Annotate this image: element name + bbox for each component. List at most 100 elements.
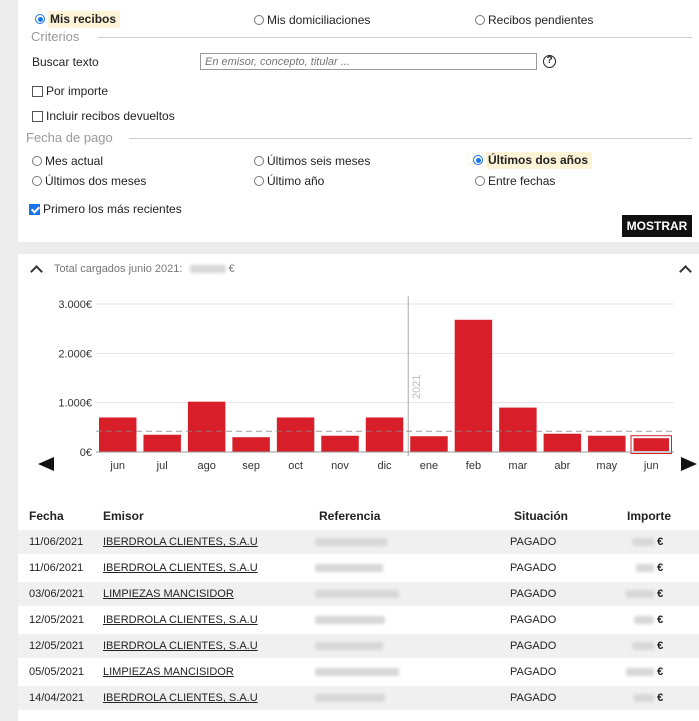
- cell-importe-currency: €: [657, 692, 664, 704]
- column-header-referencia: Referencia: [319, 509, 381, 523]
- radio-icon: [32, 176, 42, 186]
- table-header: Fecha Emisor Referencia Situación Import…: [18, 504, 699, 528]
- receipts-table: Fecha Emisor Referencia Situación Import…: [18, 504, 699, 721]
- bar: [588, 435, 626, 452]
- y-tick-label: 1.000€: [58, 398, 92, 410]
- emisor-link[interactable]: IBERDROLA CLIENTES, S.A.U: [103, 686, 258, 710]
- cell-fecha: 12/05/2021: [29, 640, 85, 652]
- emisor-link[interactable]: LIMPIEZAS MANCISIDOR: [103, 660, 234, 684]
- bar: [365, 417, 404, 452]
- cell-importe: €: [632, 530, 663, 554]
- column-header-emisor: Emisor: [103, 509, 144, 523]
- table-row[interactable]: 03/06/2021 LIMPIEZAS MANCISIDOR PAGADO €: [18, 582, 699, 606]
- bar: [499, 407, 537, 452]
- checkbox-mas-recientes[interactable]: Primero los más recientes: [29, 202, 182, 216]
- divider: [129, 138, 692, 139]
- radio-mes-actual[interactable]: Mes actual: [32, 154, 103, 168]
- emisor-link[interactable]: LIMPIEZAS MANCISIDOR: [103, 582, 234, 606]
- search-input[interactable]: [200, 53, 537, 70]
- cell-importe: €: [626, 582, 663, 606]
- checkbox-incluir-devueltos[interactable]: Incluir recibos devueltos: [32, 109, 175, 123]
- cell-importe-currency: €: [657, 614, 664, 626]
- emisor-link[interactable]: IBERDROLA CLIENTES, S.A.U: [103, 530, 258, 554]
- table-row[interactable]: 11/06/2021 IBERDROLA CLIENTES, S.A.U PAGAD…: [18, 530, 699, 554]
- x-tick-label: abr: [554, 460, 570, 472]
- bar: [543, 433, 582, 452]
- x-tick-label: mar: [508, 460, 527, 472]
- previous-arrow-icon[interactable]: [38, 457, 54, 471]
- cell-importe-currency: €: [657, 666, 664, 678]
- radio-ultimos-dos-anos[interactable]: Últimos dos años: [473, 152, 593, 169]
- cell-fecha: 14/04/2021: [29, 692, 85, 704]
- bar: [232, 437, 270, 452]
- bar: [143, 434, 181, 452]
- emisor-link[interactable]: IBERDROLA CLIENTES, S.A.U: [103, 634, 258, 658]
- help-icon[interactable]: ?: [543, 55, 556, 68]
- cell-situacion: PAGADO: [510, 588, 557, 600]
- column-header-fecha: Fecha: [29, 509, 64, 523]
- checkbox-checked-icon: [29, 204, 40, 215]
- x-tick-label: ene: [420, 460, 438, 472]
- checkbox-icon: [32, 86, 43, 97]
- cell-importe-currency: €: [657, 588, 664, 600]
- cell-fecha: 11/06/2021: [29, 536, 84, 548]
- cell-referencia: [315, 556, 383, 580]
- emisor-link[interactable]: IBERDROLA CLIENTES, S.A.U: [103, 608, 258, 632]
- cell-fecha: 12/05/2021: [29, 614, 85, 626]
- cell-situacion: PAGADO: [510, 640, 557, 652]
- cell-situacion: PAGADO: [510, 692, 557, 704]
- cell-importe: €: [634, 686, 663, 710]
- x-tick-label: jul: [156, 460, 168, 472]
- radio-ultimos-dos-meses[interactable]: Últimos dos meses: [32, 174, 146, 188]
- table-row[interactable]: 14/04/2021 IBERDROLA CLIENTES, S.A.U PAGAD…: [18, 686, 699, 710]
- cell-situacion: PAGADO: [510, 562, 557, 574]
- radio-ultimos-seis-meses[interactable]: Últimos seis meses: [254, 154, 370, 168]
- table-row[interactable]: 05/05/2021 LIMPIEZAS MANCISIDOR PAGADO €: [18, 660, 699, 684]
- criteria-heading: Criterios: [31, 29, 80, 44]
- payment-date-heading: Fecha de pago: [26, 130, 113, 145]
- x-tick-label: sep: [242, 460, 260, 472]
- x-tick-label: nov: [331, 460, 349, 472]
- bar: [99, 417, 137, 452]
- radio-icon: [475, 176, 485, 186]
- divider: [98, 37, 692, 38]
- radio-icon: [254, 176, 264, 186]
- x-tick-label: ago: [197, 460, 215, 472]
- cell-referencia: [315, 608, 385, 632]
- column-header-situacion: Situación: [514, 509, 569, 523]
- next-arrow-icon[interactable]: [681, 457, 697, 471]
- x-tick-label: feb: [466, 460, 481, 472]
- radio-icon: [254, 156, 264, 166]
- results-panel: Total cargados junio 2021: € 0€ 1.000€ 2.0…: [18, 254, 699, 721]
- radio-icon: [254, 15, 264, 25]
- x-tick-label: dic: [377, 460, 392, 472]
- bar: [321, 435, 359, 452]
- radio-entre-fechas[interactable]: Entre fechas: [475, 174, 555, 188]
- emisor-link[interactable]: IBERDROLA CLIENTES, S.A.U: [103, 556, 258, 580]
- x-tick-label: oct: [288, 460, 303, 472]
- y-tick-label: 0€: [80, 447, 92, 459]
- cell-importe-currency: €: [657, 562, 664, 574]
- radio-icon: [475, 15, 485, 25]
- bar: [187, 401, 226, 452]
- checkbox-por-importe[interactable]: Por importe: [32, 84, 108, 98]
- radio-selected-icon: [473, 155, 483, 165]
- x-tick-label: jun: [109, 460, 125, 472]
- radio-mis-recibos[interactable]: Mis recibos: [35, 11, 121, 28]
- table-row[interactable]: 11/06/2021 IBERDROLA CLIENTES, S.A.U PAGAD…: [18, 556, 699, 580]
- cell-importe: €: [626, 660, 663, 684]
- radio-recibos-pendientes[interactable]: Recibos pendientes: [475, 13, 593, 27]
- cell-referencia: [315, 530, 387, 554]
- bar: [631, 436, 671, 453]
- radio-ultimo-ano[interactable]: Último año: [254, 174, 324, 188]
- table-row[interactable]: 12/05/2021 IBERDROLA CLIENTES, S.A.U PAGAD…: [18, 634, 699, 658]
- cell-importe-currency: €: [657, 640, 664, 652]
- bar: [276, 417, 315, 452]
- show-button[interactable]: MOSTRAR: [622, 215, 692, 237]
- cell-fecha: 11/06/2021: [29, 562, 84, 574]
- table-row[interactable]: 12/05/2021 IBERDROLA CLIENTES, S.A.U PAGAD…: [18, 608, 699, 632]
- cell-situacion: PAGADO: [510, 536, 557, 548]
- radio-mis-domiciliaciones[interactable]: Mis domiciliaciones: [254, 13, 370, 27]
- cell-importe-currency: €: [657, 536, 664, 548]
- radio-selected-icon: [35, 14, 45, 24]
